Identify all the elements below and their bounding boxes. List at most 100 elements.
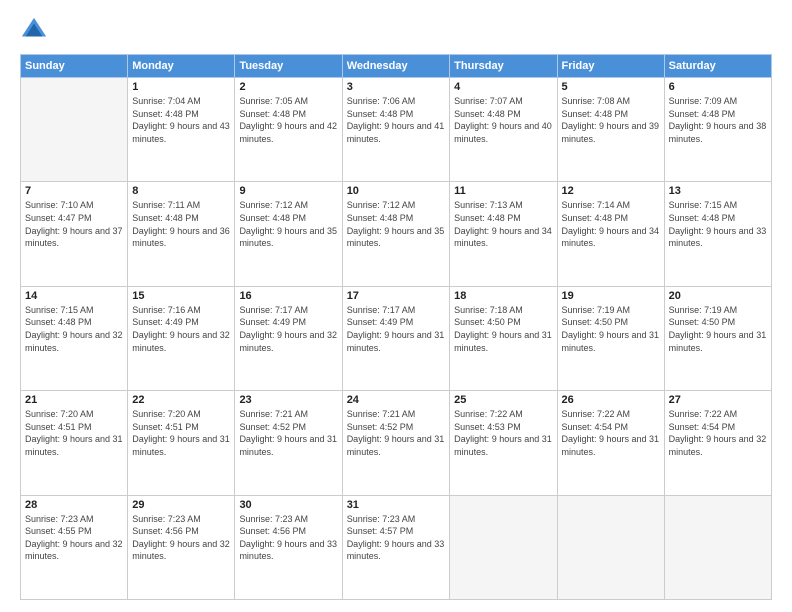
weekday-header-friday: Friday (557, 55, 664, 78)
day-info: Sunrise: 7:05 AMSunset: 4:48 PMDaylight:… (239, 95, 337, 145)
calendar-cell: 1 Sunrise: 7:04 AMSunset: 4:48 PMDaylight… (128, 78, 235, 182)
calendar-cell: 24 Sunrise: 7:21 AMSunset: 4:52 PMDayligh… (342, 391, 449, 495)
calendar-cell: 4 Sunrise: 7:07 AMSunset: 4:48 PMDaylight… (450, 78, 557, 182)
calendar-cell: 16 Sunrise: 7:17 AMSunset: 4:49 PMDayligh… (235, 286, 342, 390)
calendar-cell: 12Sunrise: 7:14 AMSunset: 4:48 PMDayligh… (557, 182, 664, 286)
calendar-cell: 3 Sunrise: 7:06 AMSunset: 4:48 PMDaylight… (342, 78, 449, 182)
day-info: Sunrise: 7:15 AMSunset: 4:48 PMDaylight:… (25, 304, 123, 354)
calendar-week-1: 7 Sunrise: 7:10 AMSunset: 4:47 PMDaylight… (21, 182, 772, 286)
calendar-cell: 14 Sunrise: 7:15 AMSunset: 4:48 PMDayligh… (21, 286, 128, 390)
calendar-cell (557, 495, 664, 599)
day-info: Sunrise: 7:06 AMSunset: 4:48 PMDaylight:… (347, 95, 445, 145)
calendar-cell: 5 Sunrise: 7:08 AMSunset: 4:48 PMDaylight… (557, 78, 664, 182)
day-number: 1 (132, 81, 230, 93)
day-info: Sunrise: 7:21 AMSunset: 4:52 PMDaylight:… (347, 408, 445, 458)
calendar-week-3: 21 Sunrise: 7:20 AMSunset: 4:51 PMDayligh… (21, 391, 772, 495)
day-info: Sunrise: 7:19 AMSunset: 4:50 PMDaylight:… (562, 304, 660, 354)
calendar-week-0: 1 Sunrise: 7:04 AMSunset: 4:48 PMDaylight… (21, 78, 772, 182)
day-number: 20 (669, 290, 767, 302)
day-info: Sunrise: 7:22 AMSunset: 4:53 PMDaylight:… (454, 408, 552, 458)
calendar-cell: 13 Sunrise: 7:15 AMSunset: 4:48 PMDayligh… (664, 182, 771, 286)
calendar-cell: 9 Sunrise: 7:12 AMSunset: 4:48 PMDaylight… (235, 182, 342, 286)
weekday-header-tuesday: Tuesday (235, 55, 342, 78)
day-number: 21 (25, 394, 123, 406)
day-info: Sunrise: 7:23 AMSunset: 4:56 PMDaylight:… (132, 513, 230, 563)
day-info: Sunrise: 7:14 AMSunset: 4:48 PMDaylight:… (562, 199, 660, 249)
day-number: 3 (347, 81, 445, 93)
weekday-header-monday: Monday (128, 55, 235, 78)
day-number: 30 (239, 499, 337, 511)
day-number: 14 (25, 290, 123, 302)
calendar-week-2: 14 Sunrise: 7:15 AMSunset: 4:48 PMDayligh… (21, 286, 772, 390)
day-info: Sunrise: 7:18 AMSunset: 4:50 PMDaylight:… (454, 304, 552, 354)
calendar-body: 1 Sunrise: 7:04 AMSunset: 4:48 PMDaylight… (21, 78, 772, 600)
calendar-cell: 26 Sunrise: 7:22 AMSunset: 4:54 PMDayligh… (557, 391, 664, 495)
calendar-cell: 15 Sunrise: 7:16 AMSunset: 4:49 PMDayligh… (128, 286, 235, 390)
day-number: 26 (562, 394, 660, 406)
day-number: 7 (25, 185, 123, 197)
calendar-cell: 7 Sunrise: 7:10 AMSunset: 4:47 PMDaylight… (21, 182, 128, 286)
day-number: 8 (132, 185, 230, 197)
calendar-cell: 18 Sunrise: 7:18 AMSunset: 4:50 PMDayligh… (450, 286, 557, 390)
day-info: Sunrise: 7:17 AMSunset: 4:49 PMDaylight:… (239, 304, 337, 354)
calendar-cell: 10 Sunrise: 7:12 AMSunset: 4:48 PMDayligh… (342, 182, 449, 286)
weekday-header-wednesday: Wednesday (342, 55, 449, 78)
calendar-table: SundayMondayTuesdayWednesdayThursdayFrid… (20, 54, 772, 600)
calendar-cell: 8 Sunrise: 7:11 AMSunset: 4:48 PMDaylight… (128, 182, 235, 286)
calendar-cell: 25 Sunrise: 7:22 AMSunset: 4:53 PMDayligh… (450, 391, 557, 495)
day-number: 10 (347, 185, 445, 197)
day-info: Sunrise: 7:19 AMSunset: 4:50 PMDaylight:… (669, 304, 767, 354)
calendar-week-4: 28 Sunrise: 7:23 AMSunset: 4:55 PMDayligh… (21, 495, 772, 599)
day-info: Sunrise: 7:15 AMSunset: 4:48 PMDaylight:… (669, 199, 767, 249)
day-info: Sunrise: 7:07 AMSunset: 4:48 PMDaylight:… (454, 95, 552, 145)
day-number: 18 (454, 290, 552, 302)
day-info: Sunrise: 7:12 AMSunset: 4:48 PMDaylight:… (239, 199, 337, 249)
calendar-cell: 19Sunrise: 7:19 AMSunset: 4:50 PMDayligh… (557, 286, 664, 390)
day-number: 2 (239, 81, 337, 93)
day-number: 5 (562, 81, 660, 93)
day-info: Sunrise: 7:17 AMSunset: 4:49 PMDaylight:… (347, 304, 445, 354)
weekday-row: SundayMondayTuesdayWednesdayThursdayFrid… (21, 55, 772, 78)
day-info: Sunrise: 7:13 AMSunset: 4:48 PMDaylight:… (454, 199, 552, 249)
calendar-cell: 31 Sunrise: 7:23 AMSunset: 4:57 PMDayligh… (342, 495, 449, 599)
day-number: 16 (239, 290, 337, 302)
day-number: 27 (669, 394, 767, 406)
day-info: Sunrise: 7:11 AMSunset: 4:48 PMDaylight:… (132, 199, 230, 249)
logo-icon (20, 16, 48, 44)
calendar-cell: 29 Sunrise: 7:23 AMSunset: 4:56 PMDayligh… (128, 495, 235, 599)
day-number: 28 (25, 499, 123, 511)
day-number: 24 (347, 394, 445, 406)
calendar-cell: 22Sunrise: 7:20 AMSunset: 4:51 PMDayligh… (128, 391, 235, 495)
day-number: 6 (669, 81, 767, 93)
day-info: Sunrise: 7:10 AMSunset: 4:47 PMDaylight:… (25, 199, 123, 249)
day-info: Sunrise: 7:23 AMSunset: 4:57 PMDaylight:… (347, 513, 445, 563)
day-number: 22 (132, 394, 230, 406)
day-info: Sunrise: 7:12 AMSunset: 4:48 PMDaylight:… (347, 199, 445, 249)
day-number: 4 (454, 81, 552, 93)
day-info: Sunrise: 7:04 AMSunset: 4:48 PMDaylight:… (132, 95, 230, 145)
day-number: 29 (132, 499, 230, 511)
day-info: Sunrise: 7:09 AMSunset: 4:48 PMDaylight:… (669, 95, 767, 145)
calendar-cell: 11 Sunrise: 7:13 AMSunset: 4:48 PMDayligh… (450, 182, 557, 286)
calendar-cell: 17 Sunrise: 7:17 AMSunset: 4:49 PMDayligh… (342, 286, 449, 390)
calendar-cell: 23Sunrise: 7:21 AMSunset: 4:52 PMDayligh… (235, 391, 342, 495)
header (20, 16, 772, 44)
day-number: 31 (347, 499, 445, 511)
calendar-cell (21, 78, 128, 182)
calendar-cell (664, 495, 771, 599)
day-number: 15 (132, 290, 230, 302)
day-number: 9 (239, 185, 337, 197)
calendar-cell (450, 495, 557, 599)
day-number: 11 (454, 185, 552, 197)
day-info: Sunrise: 7:23 AMSunset: 4:55 PMDaylight:… (25, 513, 123, 563)
weekday-header-sunday: Sunday (21, 55, 128, 78)
calendar-cell: 21 Sunrise: 7:20 AMSunset: 4:51 PMDayligh… (21, 391, 128, 495)
calendar-header: SundayMondayTuesdayWednesdayThursdayFrid… (21, 55, 772, 78)
day-number: 25 (454, 394, 552, 406)
day-number: 13 (669, 185, 767, 197)
day-info: Sunrise: 7:22 AMSunset: 4:54 PMDaylight:… (562, 408, 660, 458)
day-info: Sunrise: 7:08 AMSunset: 4:48 PMDaylight:… (562, 95, 660, 145)
day-number: 17 (347, 290, 445, 302)
day-info: Sunrise: 7:20 AMSunset: 4:51 PMDaylight:… (25, 408, 123, 458)
day-info: Sunrise: 7:16 AMSunset: 4:49 PMDaylight:… (132, 304, 230, 354)
